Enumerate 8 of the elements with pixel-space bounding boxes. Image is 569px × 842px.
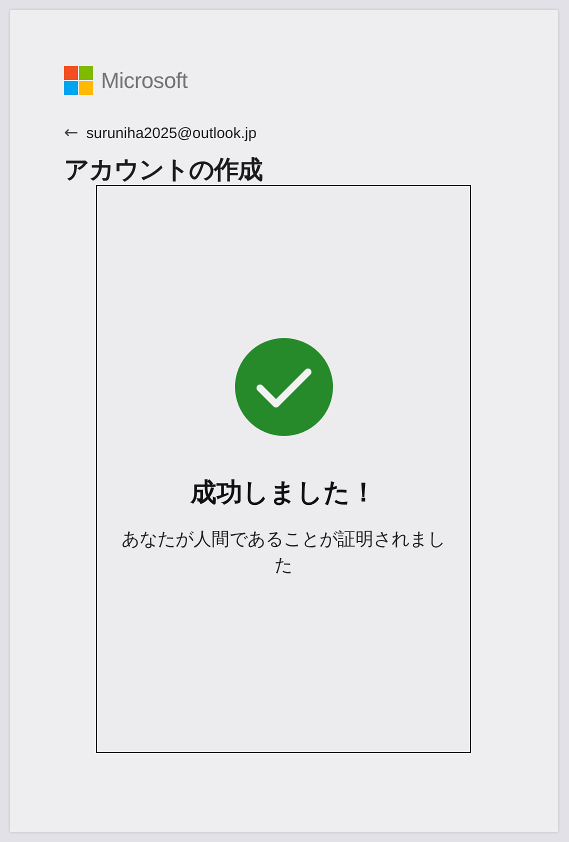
logo-text: Microsoft: [101, 67, 188, 95]
email-address: suruniha2025@outlook.jp: [86, 124, 257, 144]
success-check-icon: [234, 338, 332, 436]
microsoft-logo-icon: [64, 66, 93, 95]
success-message: あなたが人間であることが証明されました: [120, 528, 446, 578]
success-heading: 成功しました！: [190, 478, 376, 509]
page-title: アカウントの作成: [64, 154, 264, 184]
back-button[interactable]: ←: [64, 121, 78, 146]
